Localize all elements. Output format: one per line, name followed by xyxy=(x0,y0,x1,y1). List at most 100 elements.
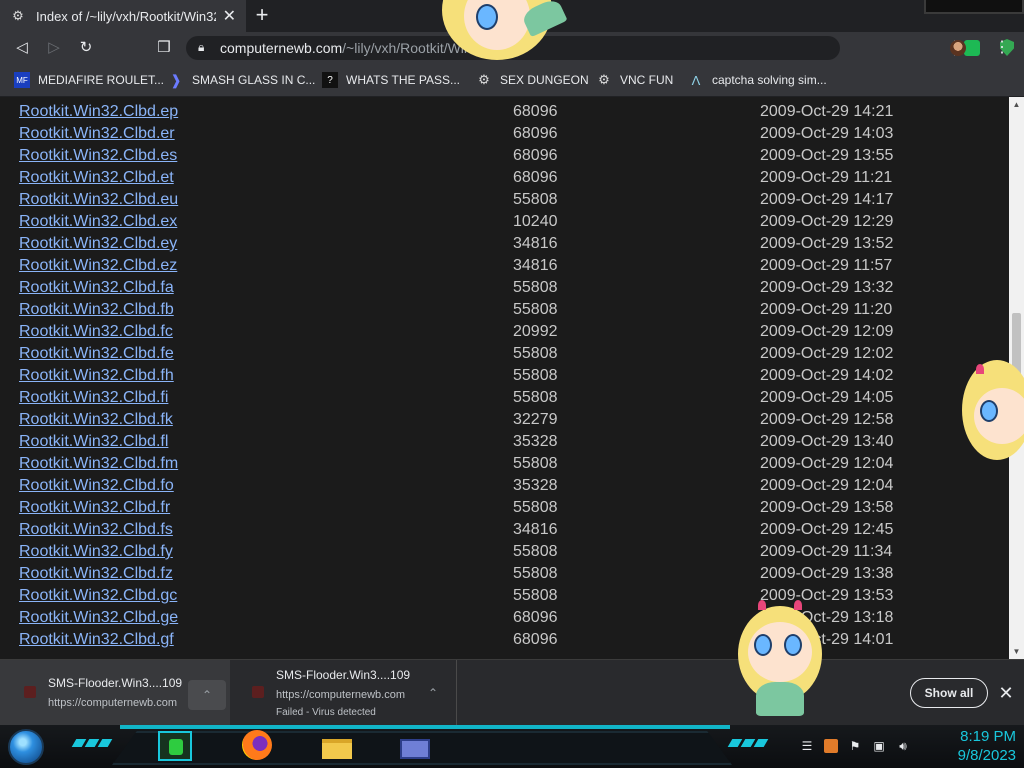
file-link[interactable]: Rootkit.Win32.Clbd.fb xyxy=(19,299,174,321)
forward-icon[interactable]: ▷ xyxy=(44,38,64,58)
taskbar-firefox-icon[interactable] xyxy=(242,730,272,760)
file-link[interactable]: Rootkit.Win32.Clbd.gc xyxy=(19,585,177,607)
file-link[interactable]: Rootkit.Win32.Clbd.fh xyxy=(19,365,174,387)
download-item[interactable]: SMS-Flooder.Win3....109 https://computer… xyxy=(0,660,230,726)
table-row: Rootkit.Win32.Clbd.fl 35328 2009-Oct-29 13… xyxy=(0,431,1009,453)
file-link[interactable]: Rootkit.Win32.Clbd.ey xyxy=(19,233,177,255)
network-icon[interactable]: ▣ xyxy=(872,739,886,753)
table-row: Rootkit.Win32.Clbd.gc 55808 2009-Oct-29 13… xyxy=(0,585,1009,607)
tab-index[interactable]: ⚙ Index of /~lily/vxh/Rootkit/Win32/ ✕ xyxy=(0,0,246,32)
file-link[interactable]: Rootkit.Win32.Clbd.fk xyxy=(19,409,173,431)
question-icon: ? xyxy=(322,72,338,88)
download-source: https://computernewb.com xyxy=(276,689,406,701)
table-row: Rootkit.Win32.Clbd.ex 10240 2009-Oct-29 12… xyxy=(0,211,1009,233)
taskbar-file-explorer-icon[interactable] xyxy=(320,731,354,761)
bookmark-item[interactable]: ⚙ SEX DUNGEON xyxy=(476,71,589,89)
bookmark-item[interactable]: ❱ SMASH GLASS IN C... xyxy=(168,71,315,89)
file-link[interactable]: Rootkit.Win32.Clbd.fc xyxy=(19,321,173,343)
file-size: 55808 xyxy=(513,367,558,384)
file-link[interactable]: Rootkit.Win32.Clbd.fm xyxy=(19,453,178,475)
gear-icon: ⚙ xyxy=(598,72,610,87)
file-size: 55808 xyxy=(513,543,558,560)
file-size: 55808 xyxy=(513,191,558,208)
bookmark-item[interactable]: ? WHATS THE PASS... xyxy=(322,71,460,89)
file-link[interactable]: Rootkit.Win32.Clbd.fl xyxy=(19,431,168,453)
file-link[interactable]: Rootkit.Win32.Clbd.fz xyxy=(19,563,173,585)
extension-notes-icon[interactable] xyxy=(964,40,980,56)
file-size: 55808 xyxy=(513,499,558,516)
file-link[interactable]: Rootkit.Win32.Clbd.ez xyxy=(19,255,177,277)
scroll-up-icon[interactable]: ▲ xyxy=(1009,97,1024,112)
file-icon xyxy=(252,686,264,698)
file-link[interactable]: Rootkit.Win32.Clbd.fs xyxy=(19,519,173,541)
bookmark-label: WHATS THE PASS... xyxy=(346,73,461,87)
file-link[interactable]: Rootkit.Win32.Clbd.ge xyxy=(19,607,178,629)
tab-strip: ⚙ Index of /~lily/vxh/Rootkit/Win32/ ✕ + xyxy=(0,0,1024,32)
tray-flag-icon[interactable]: ⚑ xyxy=(848,739,862,753)
file-link[interactable]: Rootkit.Win32.Clbd.er xyxy=(19,123,175,145)
more-menu-icon[interactable]: ⋮ xyxy=(994,38,1010,58)
scrollbar-thumb[interactable] xyxy=(1012,313,1021,433)
file-date: 2009-Oct-29 14:03 xyxy=(760,125,894,142)
bookmarks-bar: MF MEDIAFIRE ROULET... ❱ SMASH GLASS IN … xyxy=(0,64,1024,97)
start-button[interactable] xyxy=(8,729,44,765)
reload-icon[interactable]: ↻ xyxy=(76,38,96,58)
file-link[interactable]: Rootkit.Win32.Clbd.fy xyxy=(19,541,173,563)
file-date: 2009-Oct-29 14:05 xyxy=(760,389,894,406)
back-icon[interactable]: ◁ xyxy=(12,38,32,58)
table-row: Rootkit.Win32.Clbd.fr 55808 2009-Oct-29 13… xyxy=(0,497,1009,519)
file-link[interactable]: Rootkit.Win32.Clbd.fe xyxy=(19,343,174,365)
tray-app-icon[interactable] xyxy=(824,739,838,753)
volume-icon[interactable]: 🔊︎ xyxy=(896,739,910,753)
file-date: 2009-Oct-29 12:04 xyxy=(760,455,894,472)
file-link[interactable]: Rootkit.Win32.Clbd.fr xyxy=(19,497,170,519)
address-bar[interactable]: 🔒︎ computernewb.com/~lily/vxh/Rootkit/Wi… xyxy=(186,36,1014,60)
downloads-close-icon[interactable]: ✕ xyxy=(998,681,1014,705)
file-link[interactable]: Rootkit.Win32.Clbd.ex xyxy=(19,211,177,233)
window-frame-decoration xyxy=(924,0,1024,14)
table-row: Rootkit.Win32.Clbd.fe 55808 2009-Oct-29 12… xyxy=(0,343,1009,365)
file-link[interactable]: Rootkit.Win32.Clbd.gf xyxy=(19,629,174,651)
scroll-down-icon[interactable]: ▼ xyxy=(1009,644,1024,659)
taskbar: ☰ ⚑ ▣ 🔊︎ 8:19 PM 9/8/2023 xyxy=(0,725,1024,768)
file-link[interactable]: Rootkit.Win32.Clbd.et xyxy=(19,167,174,189)
file-link[interactable]: Rootkit.Win32.Clbd.fa xyxy=(19,277,174,299)
bookmark-item[interactable]: ⚙ VNC FUN xyxy=(596,71,673,89)
file-size: 34816 xyxy=(513,257,558,274)
profile-avatar[interactable] xyxy=(950,40,966,56)
bookmark-item[interactable]: Λ captcha solving sim... xyxy=(688,71,827,89)
tab-close-icon[interactable]: ✕ xyxy=(223,6,236,26)
file-size: 35328 xyxy=(513,433,558,450)
page-scrollbar[interactable]: ▲ ▼ xyxy=(1009,97,1024,659)
download-item[interactable]: SMS-Flooder.Win3....109 https://computer… xyxy=(232,660,457,726)
taskbar-clock[interactable]: 8:19 PM 9/8/2023 xyxy=(930,727,1016,765)
downloads-bar: SMS-Flooder.Win3....109 https://computer… xyxy=(0,659,1024,726)
bookmark-item[interactable]: MF MEDIAFIRE ROULET... xyxy=(14,71,164,89)
taskbar-window-app-icon[interactable] xyxy=(398,731,432,761)
new-tab-button[interactable]: + xyxy=(251,4,273,26)
file-date: 2009-Oct-29 12:02 xyxy=(760,345,894,362)
table-row: Rootkit.Win32.Clbd.fk 32279 2009-Oct-29 12… xyxy=(0,409,1009,431)
chevron-up-icon[interactable]: ⌃ xyxy=(414,678,452,708)
table-row: Rootkit.Win32.Clbd.fa 55808 2009-Oct-29 13… xyxy=(0,277,1009,299)
table-row: Rootkit.Win32.Clbd.fh 55808 2009-Oct-29 14… xyxy=(0,365,1009,387)
file-date: 2009-Oct-29 12:29 xyxy=(760,213,894,230)
file-date: 2009-Oct-29 14:01 xyxy=(760,631,894,648)
chevron-up-icon[interactable]: ⌃ xyxy=(188,680,226,710)
bookmark-star-icon[interactable]: ❒ xyxy=(154,38,174,58)
file-link[interactable]: Rootkit.Win32.Clbd.eu xyxy=(19,189,178,211)
tray-overflow-icon[interactable]: ☰ xyxy=(800,739,814,753)
file-link[interactable]: Rootkit.Win32.Clbd.fi xyxy=(19,387,168,409)
browser-toolbar: ◁ ▷ ↻ ❒ 🔒︎ computernewb.com/~lily/vxh/Ro… xyxy=(0,32,1024,64)
table-row: Rootkit.Win32.Clbd.es 68096 2009-Oct-29 13… xyxy=(0,145,1009,167)
taskbar-notes-app-icon[interactable] xyxy=(158,731,192,761)
tab-title: Index of /~lily/vxh/Rootkit/Win32/ xyxy=(36,8,216,24)
url-text[interactable]: computernewb.com/~lily/vxh/Rootkit/Win32… xyxy=(220,40,491,56)
file-date: 2009-Oct-29 12:58 xyxy=(760,411,894,428)
file-date: 2009-Oct-29 13:53 xyxy=(760,587,894,604)
file-link[interactable]: Rootkit.Win32.Clbd.fo xyxy=(19,475,174,497)
show-all-button[interactable]: Show all xyxy=(910,678,988,708)
file-link[interactable]: Rootkit.Win32.Clbd.ep xyxy=(19,101,178,123)
page-favicon-icon: ⚙ xyxy=(12,8,24,23)
file-link[interactable]: Rootkit.Win32.Clbd.es xyxy=(19,145,177,167)
